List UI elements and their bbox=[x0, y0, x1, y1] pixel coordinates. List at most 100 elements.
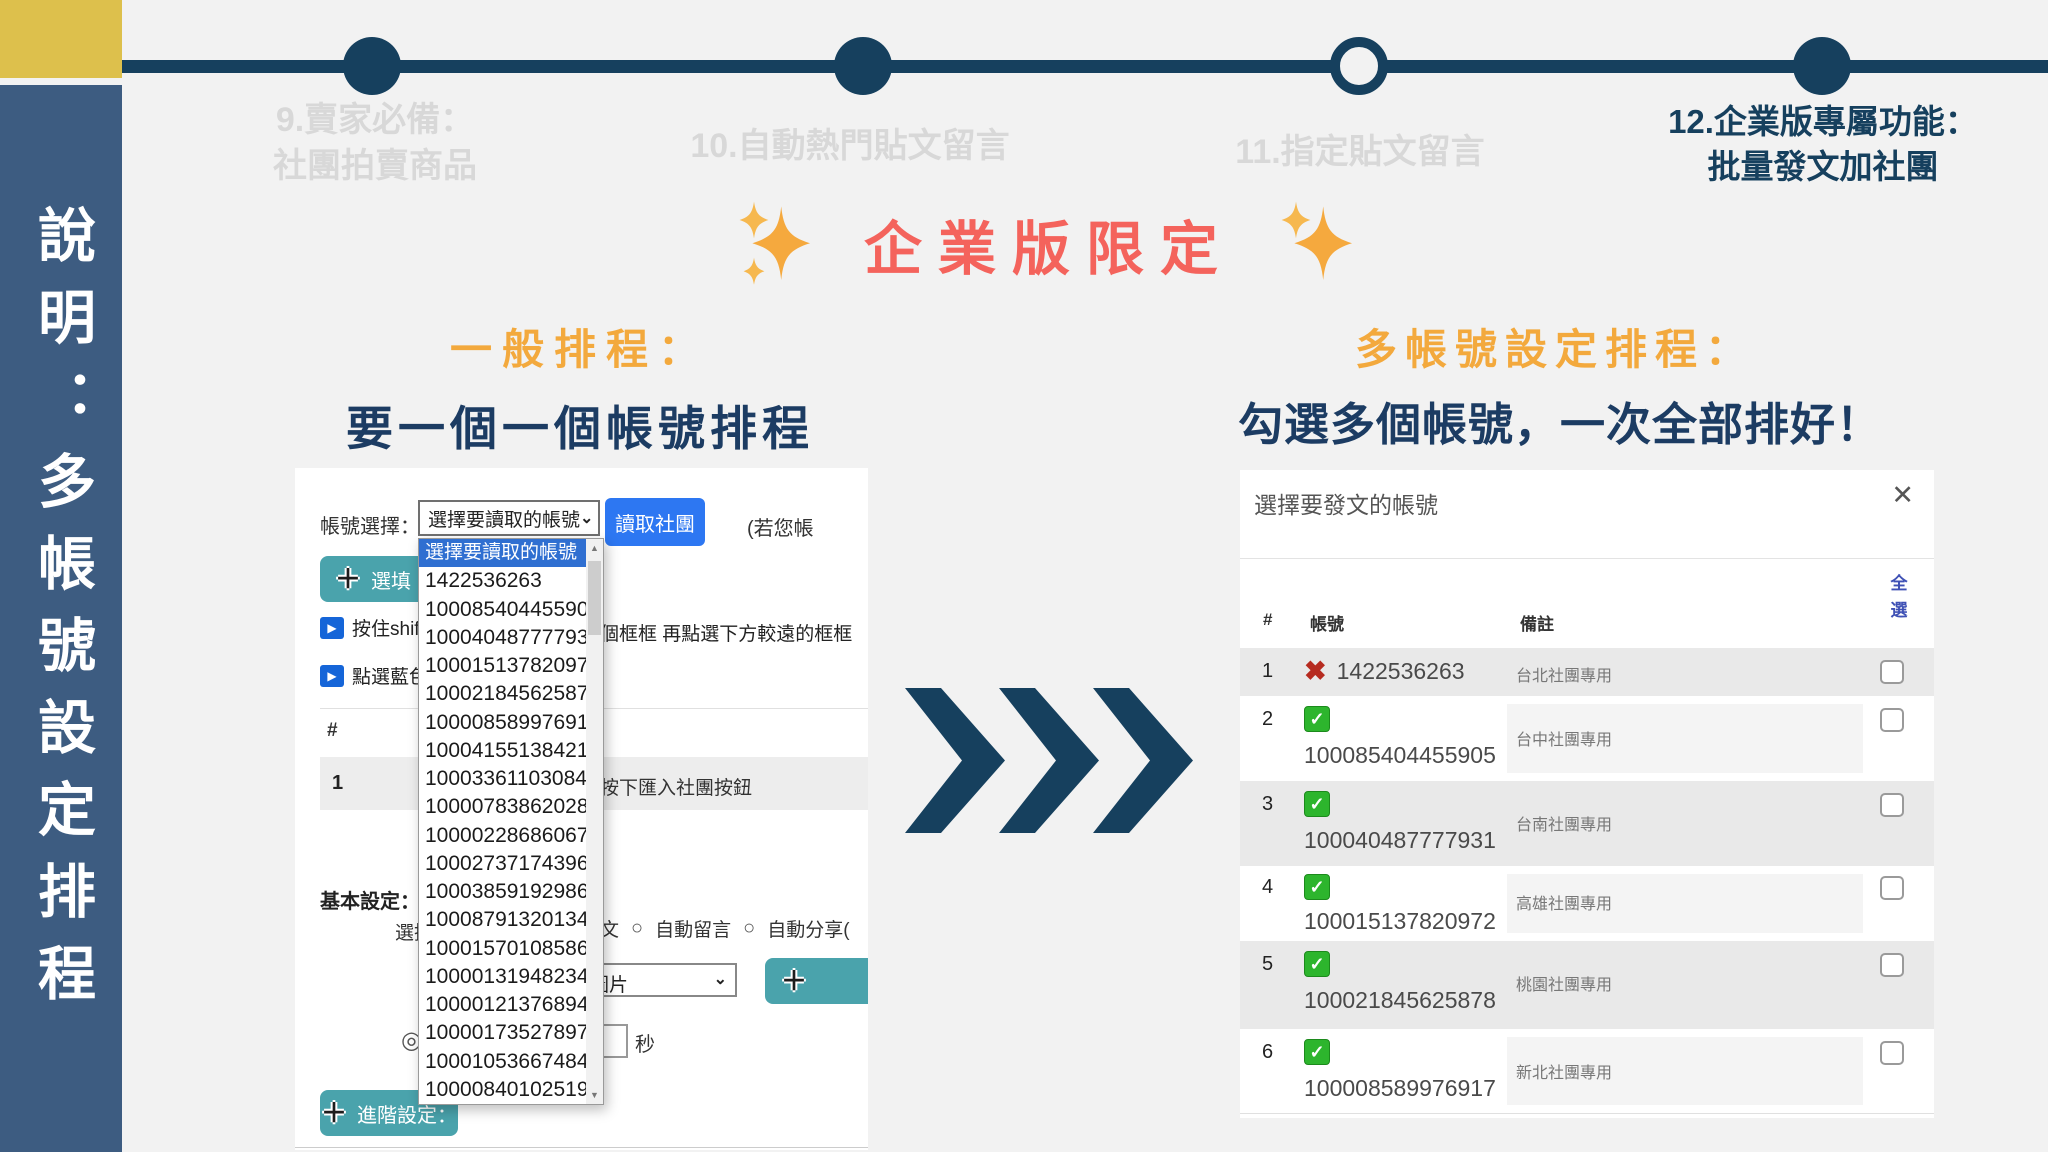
timeline-step-9-label: 9.賣家必備： 社團拍賣商品 bbox=[160, 98, 590, 190]
checked-icon: ✓ bbox=[1304, 874, 1330, 900]
radio-auto-share[interactable]: ○ bbox=[743, 917, 755, 940]
table-row: 6 ✓ 100008589976917 新北社團專用 bbox=[1240, 1029, 1934, 1114]
dropdown-option[interactable]: 100007838620285 bbox=[419, 793, 586, 821]
table-row: 4 ✓ 100015137820972 高雄社團專用 bbox=[1240, 866, 1934, 941]
timeline-step-12-label: 12.企業版專屬功能： 批量發文加社團 bbox=[1598, 100, 2048, 189]
column-header-account: 帳號 bbox=[1310, 610, 1344, 635]
radio-auto-comment[interactable]: ○ bbox=[631, 917, 643, 940]
modal-title: 選擇要發文的帳號 bbox=[1254, 486, 1438, 520]
checked-icon: ✓ bbox=[1304, 791, 1330, 817]
dropdown-option[interactable]: 100008589976917 bbox=[419, 709, 586, 737]
single-schedule-screenshot-panel: 帳號選擇： 選擇要讀取的帳號 ⌄ 讀取社團 (若您帳 ＋ 選填 ▶ 按住shif… bbox=[295, 468, 868, 1150]
hint-text-clipped: (若您帳 bbox=[747, 512, 814, 541]
divider bbox=[1240, 558, 1934, 559]
timeline-dot-step11 bbox=[1330, 37, 1388, 95]
dropdown-options: 選擇要讀取的帳號 1422536263 100085404455905 1000… bbox=[419, 539, 586, 1104]
plus-icon: ＋ bbox=[321, 1100, 347, 1126]
dropdown-option[interactable]: 100008401025195 bbox=[419, 1076, 586, 1104]
dropdown-option[interactable]: 100033611030841 bbox=[419, 765, 586, 793]
corner-accent-square bbox=[0, 0, 122, 78]
note-cell: 桃園社團專用 bbox=[1516, 971, 1612, 995]
transition-arrows bbox=[905, 688, 1187, 833]
row-number: 1 bbox=[1262, 660, 1273, 683]
dropdown-option[interactable]: 100015137820972 bbox=[419, 652, 586, 680]
row-checkbox[interactable] bbox=[1880, 660, 1904, 684]
plus-icon: ＋ bbox=[335, 566, 361, 592]
select-all-link[interactable]: 全選 bbox=[1886, 570, 1912, 624]
banner: 企業版限定 bbox=[524, 198, 1574, 290]
row-number: 5 bbox=[1262, 953, 1273, 976]
mode-options-row: 文 ○ 自動留言 ○ 自動分享( bbox=[600, 915, 850, 942]
note-cell: 台中社團專用 bbox=[1516, 726, 1612, 750]
dropdown-option[interactable]: 100041551384219 bbox=[419, 737, 586, 765]
checked-icon: ✓ bbox=[1304, 1039, 1330, 1065]
play-icon: ▶ bbox=[320, 617, 344, 639]
dropdown-option[interactable]: 100038591929860 bbox=[419, 878, 586, 906]
note-cell: 高雄社團專用 bbox=[1516, 890, 1612, 914]
account-number: 100021845625878 bbox=[1304, 987, 1496, 1014]
basic-settings-label: 基本設定： bbox=[320, 885, 420, 914]
checked-icon: ✓ bbox=[1304, 706, 1330, 732]
close-icon[interactable]: ✕ bbox=[1891, 482, 1914, 509]
table-row: 2 ✓ 100085404455905 台中社團專用 bbox=[1240, 696, 1934, 781]
row-checkbox[interactable] bbox=[1880, 793, 1904, 817]
account-cell: ✖ 1422536263 bbox=[1304, 658, 1465, 685]
multi-account-modal: 選擇要發文的帳號 ✕ 全選 # 帳號 備註 1 ✖ 1422536263 台北社… bbox=[1240, 470, 1934, 1118]
account-select-value: 選擇要讀取的帳號 bbox=[428, 505, 580, 532]
right-section-heading: 多帳號設定排程： bbox=[1160, 316, 1950, 377]
account-number: 100008589976917 bbox=[1304, 1075, 1496, 1102]
timeline-dot-step9 bbox=[343, 37, 401, 95]
account-dropdown-list: 選擇要讀取的帳號 1422536263 100085404455905 1000… bbox=[418, 538, 604, 1105]
dropdown-option[interactable]: 100002286860675 bbox=[419, 822, 586, 850]
scrollbar-thumb[interactable] bbox=[588, 561, 601, 635]
table-row: 3 ✓ 100040487777931 台南社團專用 bbox=[1240, 781, 1934, 866]
dropdown-option[interactable]: 100040487777931 bbox=[419, 624, 586, 652]
dropdown-option[interactable]: 100010536674847 bbox=[419, 1048, 586, 1076]
row-number: 4 bbox=[1262, 876, 1273, 899]
column-header-note: 備註 bbox=[1520, 610, 1554, 635]
dropdown-option[interactable]: 100001213768946 bbox=[419, 991, 586, 1019]
account-number: 100015137820972 bbox=[1304, 908, 1496, 935]
table-header-num: # bbox=[327, 720, 338, 742]
dropdown-option[interactable]: 100027371743967 bbox=[419, 850, 586, 878]
account-number: 1422536263 bbox=[1337, 658, 1465, 685]
sparkle-icon bbox=[1280, 200, 1360, 288]
account-table: 1 ✖ 1422536263 台北社團專用 2 ✓ 10008540445590… bbox=[1240, 648, 1934, 1114]
dropdown-option[interactable]: 100015701085868 bbox=[419, 935, 586, 963]
account-select-dropdown[interactable]: 選擇要讀取的帳號 ⌄ bbox=[418, 500, 600, 536]
dropdown-option[interactable]: 選擇要讀取的帳號 bbox=[419, 539, 586, 567]
account-number: 100040487777931 bbox=[1304, 827, 1496, 854]
optional-button[interactable]: ＋ 選填 bbox=[320, 556, 426, 602]
dropdown-option[interactable]: 100085404455905 bbox=[419, 596, 586, 624]
row-checkbox[interactable] bbox=[1880, 1041, 1904, 1065]
scroll-up-icon[interactable]: ▲ bbox=[586, 543, 603, 553]
row-number: 6 bbox=[1262, 1041, 1273, 1064]
dropdown-option[interactable]: 100021845625878 bbox=[419, 680, 586, 708]
sidebar: 說明：多帳號設定排程 bbox=[0, 85, 122, 1152]
timeline-step-11-label: 11.指定貼文留言 bbox=[1155, 130, 1565, 176]
timeline-dot-step10 bbox=[834, 37, 892, 95]
chevron-down-icon: ⌄ bbox=[714, 969, 727, 989]
dropdown-option[interactable]: 100001735278971 bbox=[419, 1019, 586, 1047]
table-row: 1 ✖ 1422536263 台北社團專用 bbox=[1240, 648, 1934, 696]
play-icon: ▶ bbox=[320, 665, 344, 687]
row-checkbox[interactable] bbox=[1880, 953, 1904, 977]
seconds-label: 秒 bbox=[635, 1028, 655, 1057]
add-media-button[interactable]: ＋ bbox=[765, 958, 868, 1004]
dropdown-option[interactable]: 1422536263 bbox=[419, 567, 586, 595]
row-checkbox[interactable] bbox=[1880, 876, 1904, 900]
dropdown-scrollbar[interactable]: ▲ ▼ bbox=[586, 539, 603, 1104]
account-select-label: 帳號選擇： bbox=[320, 510, 420, 539]
scroll-down-icon[interactable]: ▼ bbox=[586, 1090, 603, 1100]
row-checkbox[interactable] bbox=[1880, 708, 1904, 732]
timeline-dot-step12 bbox=[1793, 37, 1851, 95]
right-section-subheading: 勾選多個帳號，一次全部排好！ bbox=[1115, 388, 2005, 453]
tip-shift-text-right: 個框框 再點選下方較遠的框框 bbox=[600, 619, 852, 646]
dropdown-option[interactable]: 100087913201342 bbox=[419, 906, 586, 934]
load-groups-button[interactable]: 讀取社團 bbox=[605, 498, 705, 546]
row-number: 2 bbox=[1262, 708, 1273, 731]
left-section-subheading: 要一個一個帳號排程 bbox=[215, 390, 945, 459]
dropdown-option[interactable]: 100001319482346 bbox=[419, 963, 586, 991]
timeline-step-10-label: 10.自動熱門貼文留言 bbox=[610, 124, 1090, 170]
sparkle-icon bbox=[738, 200, 818, 288]
